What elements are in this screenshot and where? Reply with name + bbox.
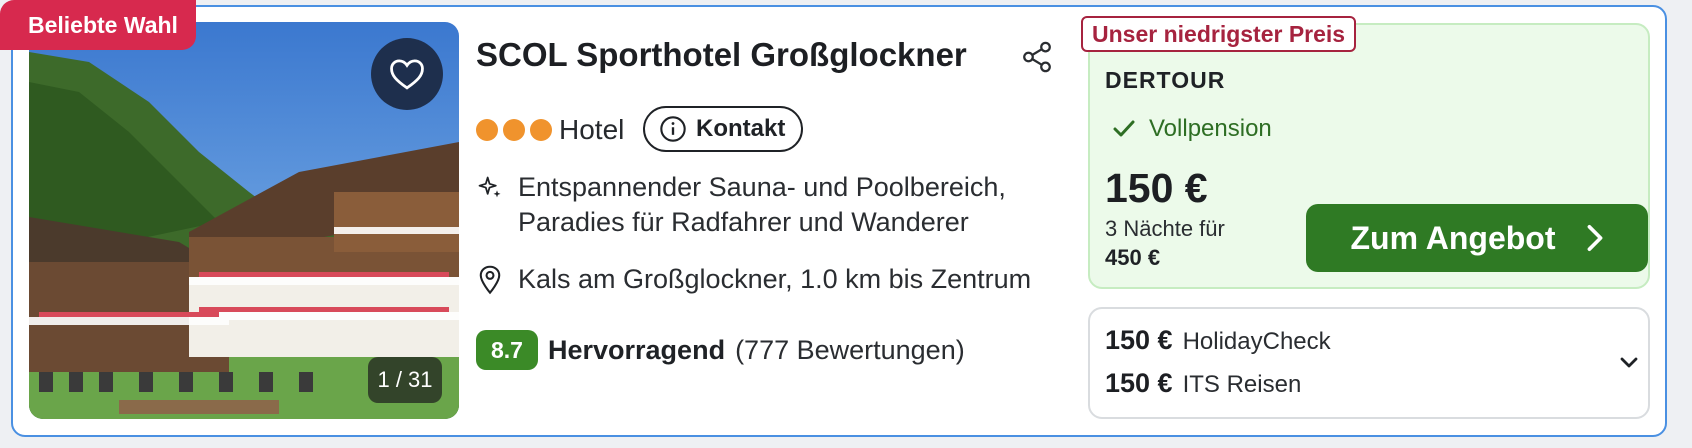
- rating-label: Hervorragend: [548, 334, 726, 365]
- favorite-button[interactable]: [371, 38, 443, 110]
- other-offer-price: 150 €: [1105, 325, 1173, 355]
- hotel-type: Hotel: [559, 114, 625, 145]
- other-offer-price: 150 €: [1105, 368, 1173, 398]
- contact-button[interactable]: Kontakt: [643, 106, 804, 152]
- chevron-right-icon: [1587, 224, 1602, 252]
- board-type: Vollpension: [1113, 115, 1272, 143]
- offer-total: 450 €: [1105, 245, 1161, 270]
- hotel-stars: [476, 119, 552, 141]
- lowest-price-badge: Unser niedrigster Preis: [1081, 16, 1357, 52]
- sparkle-icon: [478, 176, 501, 198]
- map-pin-icon: [479, 265, 501, 294]
- chevron-down-icon: [1620, 357, 1638, 368]
- contact-label: Kontakt: [696, 115, 786, 142]
- share-icon: [1023, 41, 1051, 73]
- heart-outline-icon: [390, 59, 424, 90]
- rating-score: 8.7: [476, 330, 538, 370]
- hotel-feature: Entspannender Sauna- und Poolbereich, Pa…: [476, 170, 1078, 240]
- other-offer-row: 150 € HolidayCheck: [1105, 325, 1331, 356]
- star-dot: [503, 119, 525, 141]
- to-offer-label: Zum Angebot: [1350, 219, 1556, 256]
- feature-text: Entspannender Sauna- und Poolbereich, Pa…: [518, 172, 1006, 237]
- hotel-rating[interactable]: 8.7 Hervorragend (777 Bewertungen): [476, 330, 965, 370]
- other-offers-panel[interactable]: [1088, 307, 1650, 419]
- checkmark-icon: [1113, 120, 1135, 137]
- star-dot: [530, 119, 552, 141]
- star-dot: [476, 119, 498, 141]
- other-offer-row: 150 € ITS Reisen: [1105, 368, 1301, 399]
- rating-count: (777 Bewertungen): [735, 334, 965, 365]
- expand-offers-button[interactable]: [1617, 350, 1641, 379]
- popular-badge: Beliebte Wahl: [0, 0, 196, 50]
- share-button[interactable]: [1020, 40, 1054, 79]
- offer-nights: 3 Nächte für: [1105, 216, 1225, 241]
- hotel-name[interactable]: SCOL Sporthotel Großglockner: [476, 36, 967, 74]
- gallery-counter: 1 / 31: [368, 357, 442, 403]
- to-offer-button[interactable]: Zum Angebot: [1306, 204, 1648, 272]
- hotel-location: Kals am Großglockner, 1.0 km bis Zentrum: [476, 264, 1031, 295]
- other-offer-provider: HolidayCheck: [1182, 328, 1331, 355]
- offer-provider: DERTOUR: [1105, 67, 1226, 93]
- location-text: Kals am Großglockner, 1.0 km bis Zentrum: [518, 264, 1032, 294]
- board-label: Vollpension: [1149, 115, 1272, 142]
- other-offer-provider: ITS Reisen: [1182, 371, 1302, 398]
- info-circle-icon: [660, 116, 686, 142]
- offer-price: 150 €: [1105, 165, 1208, 211]
